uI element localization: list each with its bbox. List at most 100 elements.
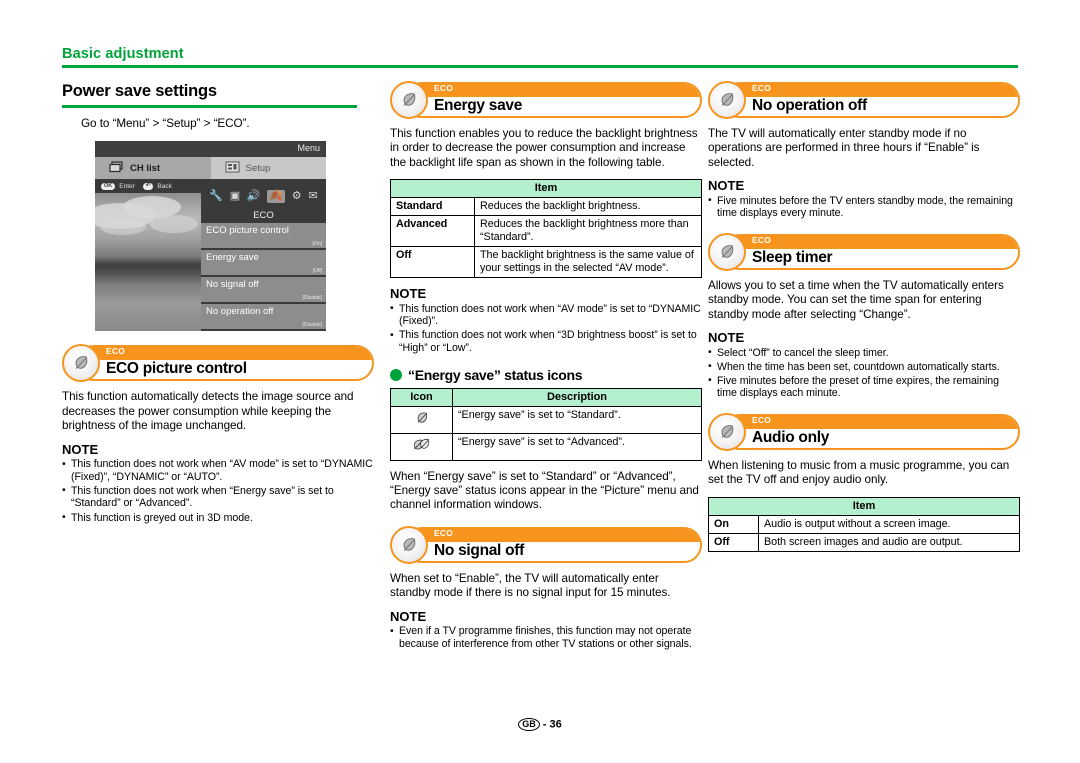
osd-item-value: [Disable]	[302, 295, 322, 302]
osd-item-no-operation-off[interactable]: No operation off [Disable]	[201, 304, 326, 330]
table-cell-desc: The backlight brightness is the same val…	[474, 246, 702, 279]
no-signal-off-notes: Even if a TV programme finishes, this fu…	[390, 625, 702, 650]
energy-save-body: This function enables you to reduce the …	[390, 127, 698, 169]
table-header-item: Item	[390, 179, 702, 199]
wrench-icon[interactable]: 🔧	[209, 190, 223, 202]
column-right: ECO No operation off The TV will automat…	[708, 81, 1020, 552]
table-row: On Audio is output without a screen imag…	[708, 514, 1020, 534]
eco-icon[interactable]: 🍂	[267, 189, 286, 203]
table-row: “Energy save” is set to “Advanced”.	[390, 432, 702, 461]
osd-tabs: CH list Setup	[95, 157, 326, 180]
eco-badge: ECO	[752, 83, 772, 93]
note-title: NOTE	[708, 330, 745, 346]
note-item: This function does not work when “Energy…	[62, 484, 374, 510]
eco-banner-no-signal-off: ECO No signal off	[390, 525, 702, 564]
osd-menu-pane: 🔧 ▣ 🔊 🍂 ⚙ ✉ ECO ECO picture control [On]…	[201, 179, 326, 332]
eco-badge: ECO	[434, 83, 454, 93]
status-icons-heading-label: “Energy save” status icons	[408, 366, 583, 383]
page-number: 36	[549, 718, 562, 731]
page-footer: GB - 36	[0, 718, 1080, 731]
eco-heading: Audio only	[752, 429, 830, 446]
green-bullet-icon	[390, 368, 402, 381]
table-cell-key: Advanced	[390, 215, 475, 248]
note-item: This function does not work when “3D bri…	[390, 329, 702, 354]
footer-separator: -	[542, 718, 547, 731]
table-header-row: Icon Description	[390, 387, 702, 407]
osd-preview-image	[95, 193, 201, 332]
sleep-timer-notes: Select “Off” to cancel the sleep timer. …	[708, 346, 1020, 400]
osd-item-value: [On]	[312, 241, 322, 248]
osd-preview-pane: OK Enter ↶ Back	[95, 179, 201, 332]
eco-heading: Sleep timer	[752, 248, 833, 266]
column-left: Power save settings Go to “Menu” > “Setu…	[62, 82, 374, 524]
eco-banner-no-operation-off: ECO No operation off	[708, 81, 1020, 119]
running-head-rule	[62, 65, 1018, 68]
status-icons-heading: “Energy save” status icons	[390, 367, 702, 383]
table-cell-desc: “Energy save” is set to “Advanced”.	[452, 432, 702, 461]
osd-item-label: No signal off	[206, 279, 259, 291]
audio-only-body: When listening to music from a music pro…	[708, 459, 1010, 487]
osd-category-label: ECO	[253, 210, 274, 222]
note-item: This function does not work when “AV mod…	[62, 458, 374, 483]
eco-heading: Energy save	[434, 97, 523, 114]
osd-category-icons: 🔧 ▣ 🔊 🍂 ⚙ ✉	[201, 183, 326, 209]
picture-icon[interactable]: ▣	[230, 190, 240, 202]
table-row: “Energy save” is set to “Standard”.	[390, 405, 702, 434]
note-item: Five minutes before the TV enters standb…	[708, 194, 1020, 220]
region-badge: GB	[518, 718, 540, 731]
running-head-title: Basic adjustment	[62, 46, 184, 62]
note-title: NOTE	[390, 286, 427, 302]
eco-badge: ECO	[434, 527, 454, 538]
table-cell-key: Off	[390, 246, 475, 279]
mail-icon[interactable]: ✉	[308, 190, 317, 202]
energy-save-table: Item Standard Reduces the backlight brig…	[390, 179, 702, 279]
eco-badge: ECO	[752, 234, 772, 245]
table-row: Advanced Reduces the backlight brightnes…	[390, 215, 702, 248]
sleep-timer-body: Allows you to set a time when the TV aut…	[708, 278, 1004, 321]
column-middle: ECO Energy save This function enables yo…	[390, 81, 702, 650]
osd-item-energy-save[interactable]: Energy save [Off]	[201, 250, 326, 276]
eco-badge: ECO	[752, 415, 772, 425]
leaf-icon	[708, 232, 746, 271]
eco-banner-energy-save: ECO Energy save	[390, 81, 702, 119]
no-operation-off-notes: Five minutes before the TV enters standb…	[708, 194, 1020, 220]
osd-tab-ch-list[interactable]: CH list	[95, 157, 211, 180]
note-item: This function is greyed out in 3D mode.	[62, 511, 374, 525]
sound-icon[interactable]: 🔊	[247, 190, 261, 202]
note-title: NOTE	[708, 178, 745, 194]
tv-osd-screenshot: Menu CH list Setup OK Enter ↶ Back 🔧 ▣ 🔊…	[95, 141, 326, 332]
table-header-icon: Icon	[390, 387, 453, 407]
osd-hint-back: Back	[157, 182, 172, 190]
eco-heading: ECO picture control	[106, 360, 247, 378]
no-operation-off-body: The TV will automatically enter standby …	[708, 127, 980, 169]
osd-menu-label: Menu	[297, 143, 320, 154]
energy-save-notes: This function does not work when “AV mod…	[390, 302, 702, 355]
note-item: Select “Off” to cancel the sleep timer.	[708, 346, 1020, 360]
osd-tab-setup-label: Setup	[245, 162, 271, 174]
osd-item-no-signal-off[interactable]: No signal off [Disable]	[201, 277, 326, 303]
back-key-icon: ↶	[142, 182, 154, 190]
eco-banner-eco-picture-control: ECO ECO picture control	[62, 344, 374, 383]
osd-tab-setup[interactable]: Setup	[210, 157, 326, 180]
page-title-rule	[62, 105, 357, 108]
note-item: Five minutes before the preset of time e…	[708, 374, 1020, 400]
table-cell-key: Standard	[390, 197, 475, 217]
table-header-row: Item	[708, 496, 1020, 516]
manual-page: Basic adjustment Power save settings Go …	[0, 0, 1080, 763]
ch-list-icon	[109, 161, 124, 176]
osd-topbar: Menu	[95, 141, 326, 158]
table-row: Standard Reduces the backlight brightnes…	[390, 197, 702, 217]
table-header-description: Description	[452, 387, 702, 407]
gear-icon[interactable]: ⚙	[292, 190, 302, 202]
table-cell-key: On	[708, 514, 759, 534]
table-cell-key: Off	[708, 532, 759, 552]
setup-icon	[225, 161, 240, 176]
osd-body: OK Enter ↶ Back 🔧 ▣ 🔊 🍂 ⚙ ✉ ECO ECO pict…	[95, 179, 326, 332]
osd-hint-enter: Enter	[119, 182, 135, 190]
osd-item-label: Energy save	[206, 252, 259, 264]
osd-item-label: No operation off	[206, 306, 274, 318]
table-cell-desc: Reduces the backlight brightness.	[474, 197, 702, 217]
osd-item-eco-picture-control[interactable]: ECO picture control [On]	[201, 223, 326, 249]
table-cell-desc: Both screen images and audio are output.	[758, 532, 1020, 552]
eco-heading: No signal off	[434, 541, 524, 559]
